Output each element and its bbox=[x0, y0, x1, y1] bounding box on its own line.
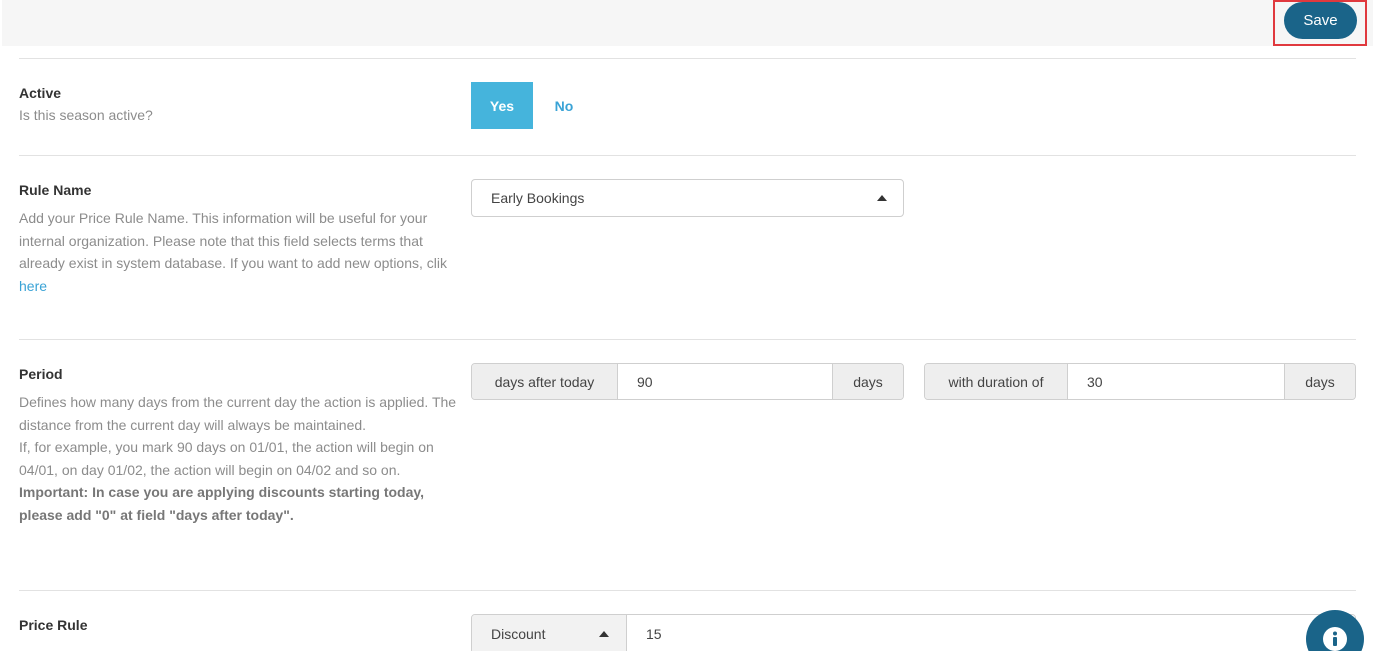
divider bbox=[19, 339, 1356, 340]
duration-group: with duration of 30 days bbox=[924, 363, 1356, 400]
price-rule-amount-input[interactable]: 15 bbox=[627, 615, 1355, 651]
period-description-important: Important: In case you are applying disc… bbox=[19, 484, 425, 523]
rule-name-description-text: Add your Price Rule Name. This informati… bbox=[19, 210, 448, 271]
price-rule-type-select[interactable]: Discount bbox=[472, 615, 627, 651]
rule-name-description: Add your Price Rule Name. This informati… bbox=[19, 207, 459, 297]
price-rule-type-value: Discount bbox=[491, 626, 546, 642]
period-description: Defines how many days from the current d… bbox=[19, 391, 459, 526]
active-title: Active bbox=[19, 85, 62, 101]
caret-up-icon bbox=[599, 631, 609, 637]
period-description-example: If, for example, you mark 90 days on 01/… bbox=[19, 439, 434, 478]
period-description-line: Defines how many days from the current d… bbox=[19, 394, 457, 433]
duration-label: with duration of bbox=[925, 364, 1068, 399]
days-after-today-unit: days bbox=[832, 364, 903, 399]
days-after-today-group: days after today 90 days bbox=[471, 363, 904, 400]
price-rule-title: Price Rule bbox=[19, 617, 88, 633]
divider bbox=[19, 58, 1356, 59]
divider bbox=[19, 155, 1356, 156]
caret-up-icon bbox=[877, 195, 887, 201]
period-title: Period bbox=[19, 366, 63, 382]
rule-name-select[interactable]: Early Bookings bbox=[471, 179, 904, 217]
duration-input[interactable]: 30 bbox=[1068, 364, 1284, 399]
rule-name-selected-value: Early Bookings bbox=[491, 190, 585, 206]
rule-name-title: Rule Name bbox=[19, 182, 92, 198]
active-description: Is this season active? bbox=[19, 107, 153, 123]
save-button[interactable]: Save bbox=[1284, 2, 1357, 39]
days-after-today-label: days after today bbox=[472, 364, 618, 399]
active-yes-button[interactable]: Yes bbox=[471, 82, 533, 129]
duration-unit: days bbox=[1284, 364, 1355, 399]
info-icon bbox=[1323, 627, 1347, 651]
price-rule-group: Discount 15 bbox=[471, 614, 1356, 651]
days-after-today-input[interactable]: 90 bbox=[618, 364, 832, 399]
top-toolbar bbox=[2, 0, 1373, 46]
active-no-button[interactable]: No bbox=[541, 82, 587, 129]
add-options-link[interactable]: here bbox=[19, 278, 47, 294]
divider bbox=[19, 590, 1356, 591]
